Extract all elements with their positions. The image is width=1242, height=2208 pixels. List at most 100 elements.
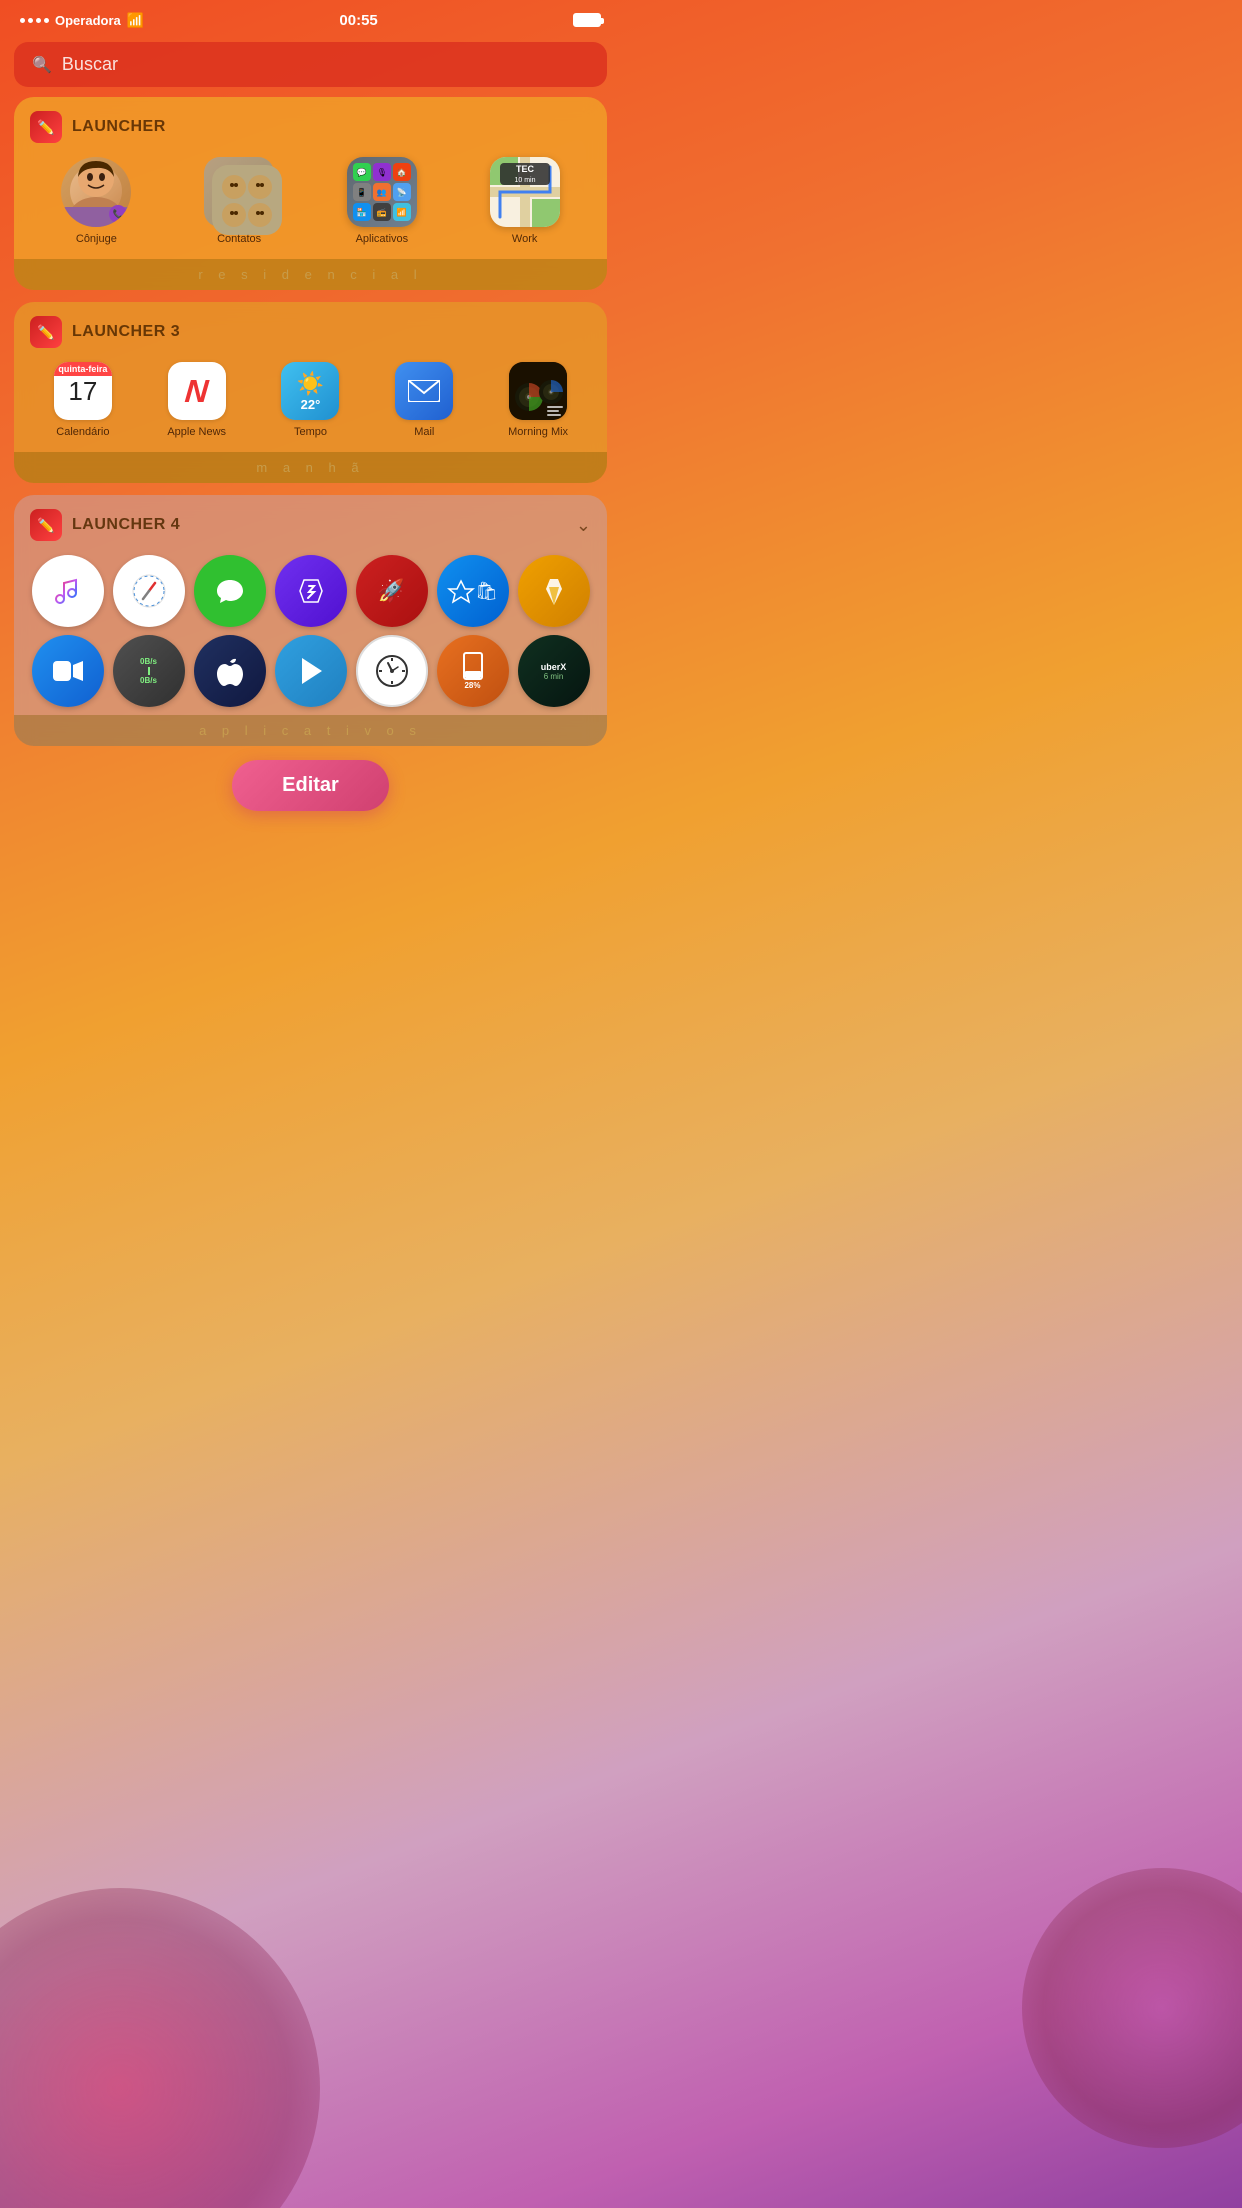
app-messages[interactable] — [192, 555, 267, 627]
mini-more: 📶 — [393, 203, 411, 221]
music-note-svg — [50, 573, 86, 609]
app-music[interactable] — [30, 555, 105, 627]
morning-mix-svg — [509, 362, 567, 420]
play-svg — [298, 656, 324, 686]
battery-percent: 28% — [464, 681, 480, 690]
news-label: Apple News — [167, 426, 226, 438]
dot1 — [20, 18, 25, 23]
app-calendario[interactable]: quinta-feira 17 Calendário — [30, 362, 136, 438]
svg-text:10 min: 10 min — [514, 177, 535, 184]
dot3 — [36, 18, 41, 23]
launcher1-widget: ✏️ LAUNCHER — [14, 97, 607, 290]
time-display: 00:55 — [339, 12, 377, 29]
launcher4-row2: 0B/s 0B/s — [30, 635, 591, 707]
work-svg: TEC 10 min — [490, 157, 560, 227]
clock-svg — [375, 654, 409, 688]
apple-icon — [194, 635, 266, 707]
mini-radio: 📻 — [373, 203, 391, 221]
app-rocket[interactable]: 🚀 — [354, 555, 429, 627]
zoom-svg — [53, 659, 83, 683]
spouse-icon: 📞 — [61, 157, 131, 227]
shortcuts-icon — [275, 555, 347, 627]
launcher3-widget: ✏️ LAUNCHER 3 quinta-feira 17 Calendário… — [14, 302, 607, 483]
work-label: Work — [512, 233, 537, 245]
search-placeholder: Buscar — [62, 54, 118, 75]
app-shortcuts[interactable] — [273, 555, 348, 627]
search-bar[interactable]: 🔍 Buscar — [14, 42, 607, 87]
dot2 — [28, 18, 33, 23]
app-apple[interactable] — [192, 635, 267, 707]
weather-sun-icon: ☀️ — [297, 371, 324, 397]
battery-app-icon: 28% — [437, 635, 509, 707]
app-network[interactable]: 0B/s 0B/s — [111, 635, 186, 707]
app-mail[interactable]: Mail — [371, 362, 477, 438]
app-tempo[interactable]: ☀️ 22° Tempo — [258, 362, 364, 438]
rocket-emoji: 🚀 — [378, 578, 405, 604]
uber-display: uberX 6 min — [541, 662, 567, 681]
cal-day-name: quinta-feira — [54, 362, 112, 376]
mini-home: 🏠 — [393, 163, 411, 181]
mini-apps3: 👥 — [373, 183, 391, 201]
mini-apps2: 📱 — [353, 183, 371, 201]
app-news[interactable]: N Apple News — [144, 362, 250, 438]
launcher1-icon: ✏️ — [30, 111, 62, 143]
mini-store: 🏪 — [353, 203, 371, 221]
app-play[interactable] — [273, 635, 348, 707]
calendario-label: Calendário — [56, 426, 109, 438]
apple-logo-svg — [217, 656, 243, 686]
app-flashlight[interactable] — [516, 555, 591, 627]
network-divider — [148, 667, 150, 675]
cal-day-number: 17 — [68, 378, 97, 404]
launcher3-app-grid: quinta-feira 17 Calendário N Apple News … — [30, 362, 591, 438]
morning-mix-icon — [509, 362, 567, 420]
app-battery[interactable]: 28% — [435, 635, 510, 707]
carrier-label: Operadora — [55, 13, 121, 28]
weather-temp-label: 22° — [301, 397, 321, 412]
app-aplicativos[interactable]: 💬 🎙 🏠 📱 👥 📡 🏪 📻 📶 Aplicativos — [316, 157, 449, 245]
aplicativos-icon: 💬 🎙 🏠 📱 👥 📡 🏪 📻 📶 — [347, 157, 417, 227]
launcher4-header: ✏️ LAUNCHER 4 ⌄ — [30, 509, 591, 541]
app-work[interactable]: TEC 10 min Work — [458, 157, 591, 245]
shortcuts-svg — [296, 576, 326, 606]
signal-dots — [20, 18, 49, 23]
app-zoom[interactable] — [30, 635, 105, 707]
mail-label: Mail — [414, 426, 434, 438]
battery-display: 28% — [463, 652, 483, 690]
app-morning-mix[interactable]: Morning Mix — [485, 362, 591, 438]
aplicativos-label: Aplicativos — [356, 233, 409, 245]
news-n-letter: N — [184, 373, 210, 410]
app-uber[interactable]: uberX 6 min — [516, 635, 591, 707]
flashlight-svg — [540, 577, 568, 605]
tempo-label: Tempo — [294, 426, 327, 438]
wifi-icon: 📶 — [127, 12, 144, 29]
launcher3-header: ✏️ LAUNCHER 3 — [30, 316, 591, 348]
mail-envelope-svg — [408, 380, 440, 402]
appstore-icon: 🛍 — [437, 555, 509, 627]
app-safari[interactable] — [111, 555, 186, 627]
network-display: 0B/s 0B/s — [140, 657, 157, 685]
launcher1-title: LAUNCHER — [72, 118, 166, 136]
safari-svg — [131, 573, 167, 609]
safari-icon — [113, 555, 185, 627]
messages-svg — [215, 576, 245, 606]
weather-icon: ☀️ 22° — [281, 362, 339, 420]
launcher4-title: LAUNCHER 4 — [72, 516, 180, 534]
zoom-icon — [32, 635, 104, 707]
appstore-bag: 🛍 — [475, 581, 498, 602]
chevron-down-icon[interactable]: ⌄ — [576, 515, 591, 536]
uber-label: uberX — [541, 662, 567, 672]
uber-icon: uberX 6 min — [518, 635, 590, 707]
app-conjuge[interactable]: 📞 Cônjuge — [30, 157, 163, 245]
clock-icon — [356, 635, 428, 707]
app-contatos[interactable]: Contatos — [173, 157, 306, 245]
edit-button[interactable]: Editar — [232, 760, 389, 811]
launcher1-header: ✏️ LAUNCHER — [30, 111, 591, 143]
app-clock[interactable] — [354, 635, 429, 707]
network-icon: 0B/s 0B/s — [113, 635, 185, 707]
network-up: 0B/s — [140, 657, 157, 666]
launcher4-row1: 🚀 🛍 — [30, 555, 591, 627]
work-icon: TEC 10 min — [490, 157, 560, 227]
status-bar: Operadora 📶 00:55 — [0, 0, 621, 36]
status-left: Operadora 📶 — [20, 12, 144, 29]
app-appstore[interactable]: 🛍 — [435, 555, 510, 627]
